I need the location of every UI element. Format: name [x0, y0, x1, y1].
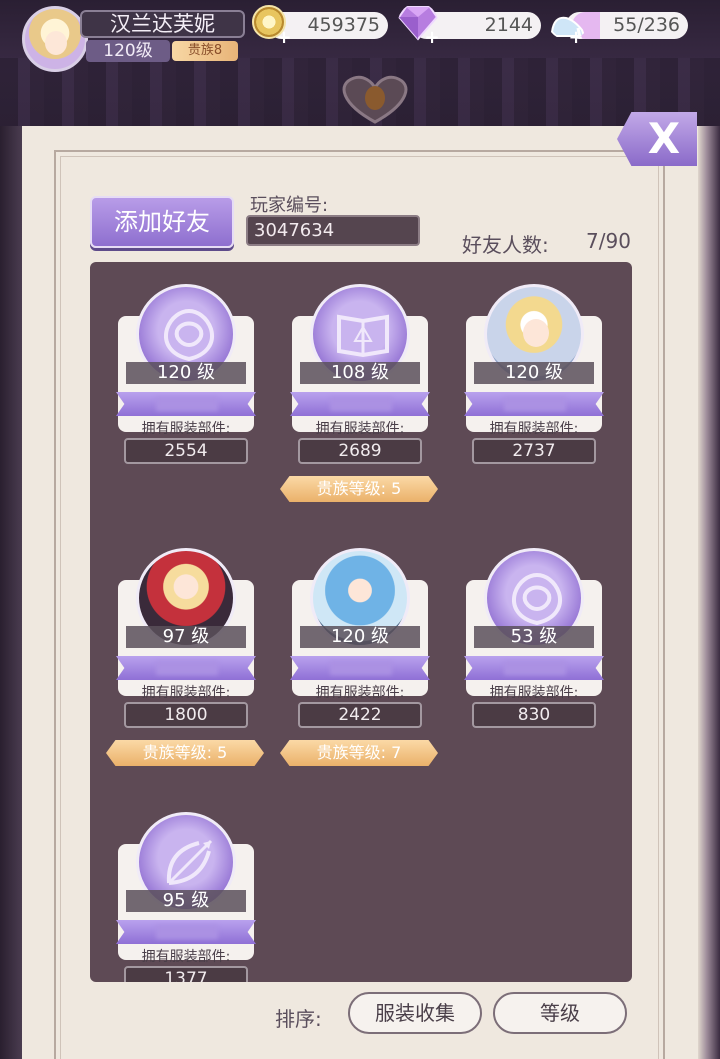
friend-card[interactable]: 97 级 拥有服装部件: 1800	[116, 536, 270, 728]
friend-card[interactable]: 108 级 拥有服装部件: 2689	[290, 272, 444, 464]
add-stamina-button[interactable]: +	[568, 29, 584, 47]
parts-label: 拥有服装部件:	[315, 685, 405, 701]
friend-list[interactable]: 120 级 拥有服装部件: 2554 108 级 拥有服装部件: 2689 12…	[90, 262, 632, 982]
sort-label: 排序:	[275, 1007, 322, 1031]
add-gold-button[interactable]: +	[276, 29, 292, 47]
parts-label: 拥有服装部件:	[489, 421, 579, 437]
parts-count: 2737	[472, 438, 596, 464]
friend-name-ribbon	[464, 656, 604, 680]
book-icon	[337, 314, 389, 358]
friend-card[interactable]: 120 级 拥有服装部件: 2422	[290, 536, 444, 728]
rose-icon	[164, 308, 214, 362]
parts-count: 830	[472, 702, 596, 728]
parts-count: 2554	[124, 438, 248, 464]
friend-name-ribbon	[290, 656, 430, 680]
player-id-input[interactable]: 3047634	[246, 215, 420, 246]
friend-level: 97 级	[126, 626, 246, 648]
parts-count: 1800	[124, 702, 248, 728]
friend-level: 53 级	[474, 626, 594, 648]
sort-by-level-button[interactable]: 等级	[493, 992, 627, 1034]
parts-label: 拥有服装部件:	[141, 685, 231, 701]
friend-level: 95 级	[126, 890, 246, 912]
friend-name-ribbon	[290, 392, 430, 416]
friend-card[interactable]: 120 级 拥有服装部件: 2737	[464, 272, 618, 464]
close-button[interactable]: X	[617, 112, 697, 166]
noble-level-tag: 贵族等级: 5	[106, 740, 264, 766]
parts-count: 1377	[124, 966, 248, 982]
friend-name-ribbon	[116, 392, 256, 416]
friend-level: 108 级	[300, 362, 420, 384]
player-name: 汉兰达芙妮	[80, 10, 245, 38]
player-avatar[interactable]	[22, 6, 88, 72]
friend-level: 120 级	[126, 362, 246, 384]
noble-rank-badge: 贵族8	[172, 41, 238, 61]
player-level: 120级	[86, 40, 170, 62]
bow-arrow-icon	[166, 839, 213, 885]
rose-icon	[512, 572, 562, 626]
player-id-label: 玩家编号:	[250, 195, 329, 216]
friend-card[interactable]: 95 级 拥有服装部件: 1377	[116, 800, 270, 982]
parts-label: 拥有服装部件:	[141, 421, 231, 437]
friend-count-value: 7/90	[586, 229, 631, 253]
parts-count: 2422	[298, 702, 422, 728]
friend-card[interactable]: 53 级 拥有服装部件: 830	[464, 536, 618, 728]
sort-by-collection-button[interactable]: 服装收集	[348, 992, 482, 1034]
friend-level: 120 级	[474, 362, 594, 384]
parts-count: 2689	[298, 438, 422, 464]
friend-name-ribbon	[116, 656, 256, 680]
parts-label: 拥有服装部件:	[315, 421, 405, 437]
book-spine	[0, 126, 22, 1059]
friend-level: 120 级	[300, 626, 420, 648]
friend-count-label: 好友人数:	[462, 233, 549, 257]
friend-card[interactable]: 120 级 拥有服装部件: 2554	[116, 272, 270, 464]
noble-level-tag: 贵族等级: 5	[280, 476, 438, 502]
friend-name-ribbon	[116, 920, 256, 944]
parts-label: 拥有服装部件:	[489, 685, 579, 701]
friend-name-ribbon	[464, 392, 604, 416]
noble-level-tag: 贵族等级: 7	[280, 740, 438, 766]
heart-ornament-icon	[342, 75, 408, 124]
add-friend-button[interactable]: 添加好友	[90, 196, 234, 248]
parts-label: 拥有服装部件:	[141, 949, 231, 965]
add-diamond-button[interactable]: +	[424, 29, 440, 47]
book-page-edge	[698, 126, 720, 1059]
